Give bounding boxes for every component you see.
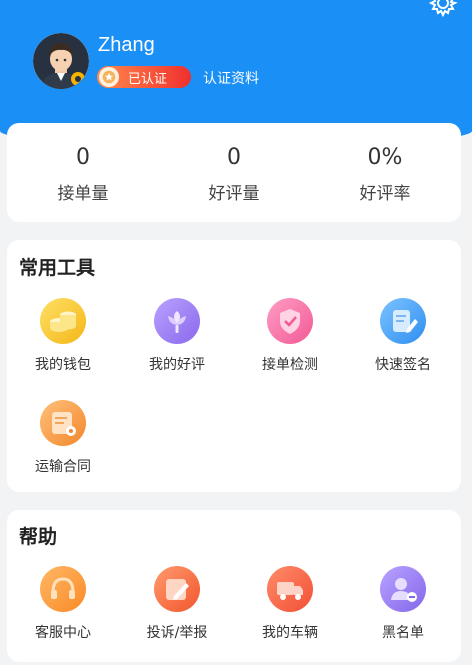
- stat-value: 0: [76, 145, 90, 170]
- tool-transport-contract[interactable]: 运输合同: [8, 400, 118, 476]
- tool-label: 我的好评: [149, 357, 205, 373]
- stat-good-rate[interactable]: 0% 好评率: [315, 143, 455, 204]
- stat-good-reviews[interactable]: 0 好评量: [164, 143, 304, 204]
- stat-value: 0: [227, 145, 241, 170]
- tool-wallet[interactable]: 我的钱包: [8, 298, 118, 374]
- section-title: 帮助: [19, 526, 58, 548]
- help-card: 帮助 客服中心 投诉/举报 我的车辆 黑名单: [7, 510, 461, 662]
- stat-value: 0%: [367, 145, 403, 170]
- help-customer-service[interactable]: 客服中心: [8, 566, 118, 642]
- help-blacklist[interactable]: 黑名单: [348, 566, 458, 642]
- gear-icon[interactable]: [428, 0, 458, 18]
- tool-label: 我的钱包: [35, 357, 91, 373]
- avatar[interactable]: [33, 33, 89, 89]
- truck-icon: [267, 566, 313, 612]
- edit-icon: [154, 566, 200, 612]
- flower-icon: [154, 298, 200, 344]
- section-title: 常用工具: [19, 257, 96, 279]
- tool-quick-sign[interactable]: 快速签名: [348, 298, 458, 374]
- tool-label: 快速签名: [375, 357, 431, 373]
- headset-icon: [40, 566, 86, 612]
- common-tools-card: 常用工具 我的钱包 我的好评 接单检测 快速签名 运输合同: [7, 240, 461, 492]
- help-label: 我的车辆: [262, 625, 318, 641]
- user-name: Zhang: [98, 34, 155, 56]
- certification-link[interactable]: 认证资料: [203, 68, 259, 88]
- help-label: 黑名单: [382, 625, 424, 641]
- stats-card: 0 接单量 0 好评量 0% 好评率: [7, 123, 461, 222]
- tool-order-check[interactable]: 接单检测: [235, 298, 345, 374]
- stat-orders[interactable]: 0 接单量: [13, 143, 153, 204]
- help-label: 投诉/举报: [146, 625, 208, 641]
- verified-label: 已认证: [128, 71, 168, 87]
- help-label: 客服中心: [35, 625, 91, 641]
- sign-pen-icon: [380, 298, 426, 344]
- badge-star-icon: [99, 67, 119, 87]
- stat-label: 接单量: [57, 184, 109, 204]
- help-complaint[interactable]: 投诉/举报: [122, 566, 232, 642]
- tool-label: 运输合同: [35, 459, 91, 475]
- contract-icon: [40, 400, 86, 446]
- help-my-vehicles[interactable]: 我的车辆: [235, 566, 345, 642]
- tool-label: 接单检测: [262, 357, 318, 373]
- verified-badge: 已认证: [97, 66, 191, 88]
- user-block-icon: [380, 566, 426, 612]
- shield-check-icon: [267, 298, 313, 344]
- coins-icon: [40, 298, 86, 344]
- stat-label: 好评率: [359, 184, 411, 204]
- tool-reviews[interactable]: 我的好评: [122, 298, 232, 374]
- stat-label: 好评量: [208, 184, 260, 204]
